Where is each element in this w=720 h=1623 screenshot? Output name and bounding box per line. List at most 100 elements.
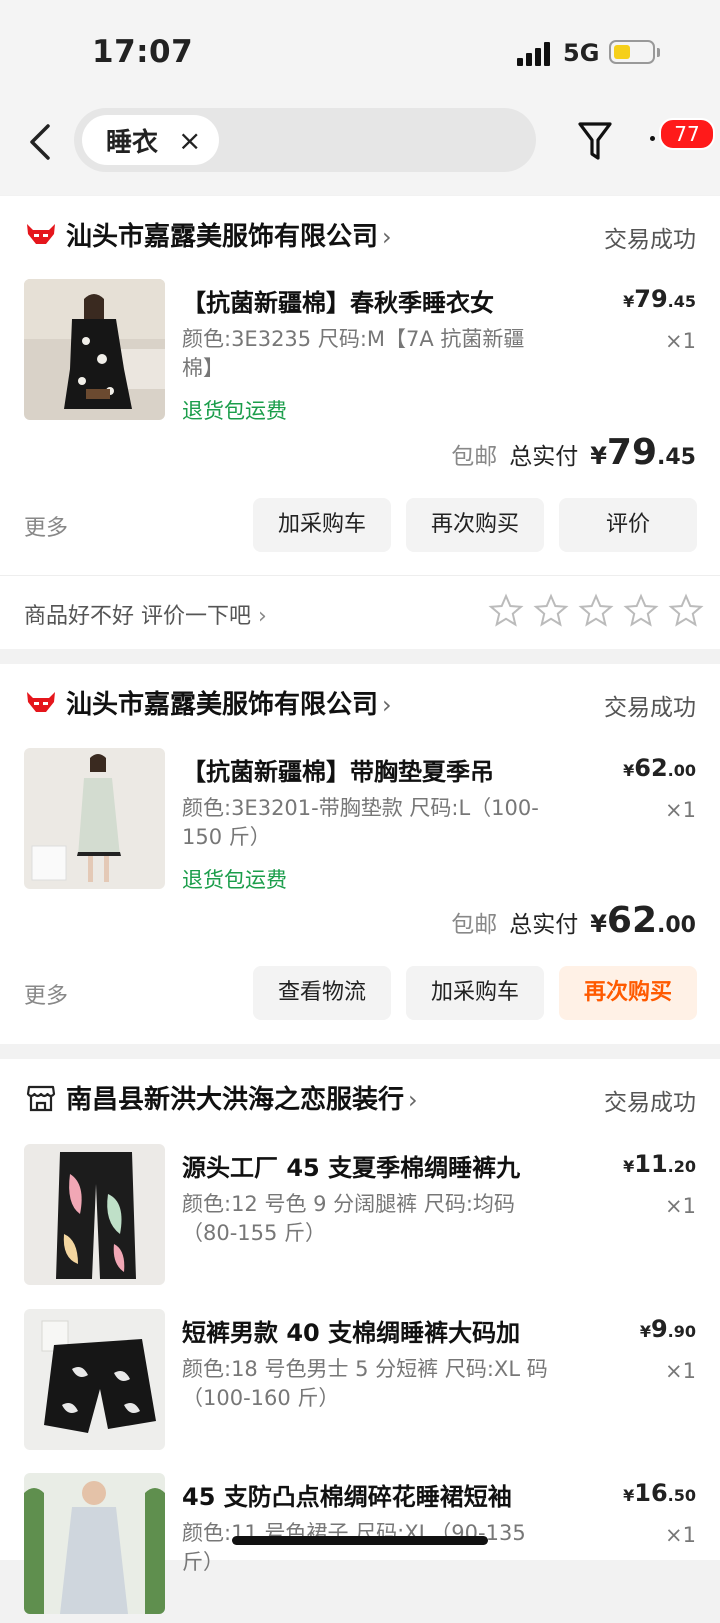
- item-quantity: ×1: [665, 798, 696, 822]
- total-currency: ¥: [590, 442, 607, 470]
- product-spec: 颜色:12 号色 9 分阔腿裤 尺码:均码（80-155 斤）: [182, 1192, 515, 1245]
- rating-stars[interactable]: [488, 593, 704, 629]
- store-icon: [26, 1085, 56, 1112]
- shop-row[interactable]: 汕头市嘉露美服饰有限公司 › 交易成功: [0, 196, 720, 276]
- battery-icon: [609, 40, 655, 64]
- item-quantity: ×1: [665, 329, 696, 353]
- order-status: 交易成功: [604, 1090, 696, 1116]
- clear-keyword-icon[interactable]: ×: [178, 124, 201, 157]
- item-quantity: ×1: [665, 1194, 696, 1218]
- add-to-cart-button[interactable]: 加采购车: [253, 498, 391, 552]
- home-indicator[interactable]: [232, 1536, 488, 1545]
- total-integer: 79: [606, 432, 658, 473]
- star-icon[interactable]: [488, 593, 524, 629]
- battery-tip: [657, 48, 660, 57]
- add-to-cart-button[interactable]: 加采购车: [406, 966, 544, 1020]
- total-amount: ¥62.00: [590, 900, 696, 941]
- back-arrow-icon[interactable]: [24, 120, 58, 164]
- return-shipping-tag: 退货包运费: [182, 399, 287, 423]
- order-card: 汕头市嘉露美服饰有限公司 › 交易成功 【抗菌新疆棉】春秋季睡衣女 颜色:3E32…: [0, 196, 720, 649]
- review-prompt-row[interactable]: 商品好不好 评价一下吧 ›: [0, 575, 720, 648]
- order-item[interactable]: 45 支防凸点棉绸碎花睡裙短袖 颜色:11 号色裙子 尺码:XL（90-135 …: [0, 1473, 720, 1623]
- currency-symbol: ¥: [623, 292, 635, 311]
- total-currency: ¥: [590, 910, 607, 938]
- order-status: 交易成功: [604, 227, 696, 253]
- order-item[interactable]: 短裤男款 40 支棉绸睡裤大码加 颜色:18 号色男士 5 分短裤 尺码:XL …: [0, 1309, 720, 1459]
- product-image[interactable]: [24, 1144, 165, 1285]
- buy-again-button[interactable]: 再次购买: [406, 498, 544, 552]
- price-integer: 11: [634, 1150, 668, 1178]
- currency-symbol: ¥: [623, 761, 635, 780]
- product-title[interactable]: 源头工厂 45 支夏季棉绸睡裤九: [182, 1148, 542, 1183]
- free-shipping-label: 包邮: [451, 912, 498, 938]
- free-shipping-label: 包邮: [451, 444, 498, 470]
- search-keyword-chip[interactable]: 睡衣 ×: [82, 115, 220, 165]
- chevron-right-icon: ›: [382, 223, 392, 251]
- star-icon[interactable]: [668, 593, 704, 629]
- item-quantity: ×1: [665, 1523, 696, 1547]
- star-icon[interactable]: [533, 593, 569, 629]
- shop-name-text: 南昌县新洪大洪海之恋服装行: [66, 1085, 405, 1115]
- buy-again-button[interactable]: 再次购买: [559, 966, 697, 1020]
- order-actions: 更多 加采购车 再次购买 评价: [0, 498, 720, 554]
- price-integer: 79: [634, 285, 668, 313]
- product-spec: 颜色:3E3201-带胸垫款 尺码:L（100-150 斤）: [182, 796, 539, 849]
- product-title[interactable]: 【抗菌新疆棉】带胸垫夏季吊: [182, 752, 542, 787]
- more-button[interactable]: 更多: [24, 510, 68, 542]
- currency-symbol: ¥: [623, 1157, 635, 1176]
- tmall-icon: [27, 224, 55, 244]
- shop-name[interactable]: 汕头市嘉露美服饰有限公司 ›: [66, 216, 392, 253]
- product-title[interactable]: 【抗菌新疆棉】春秋季睡衣女: [182, 283, 542, 318]
- product-image[interactable]: [24, 1309, 165, 1450]
- product-title[interactable]: 45 支防凸点棉绸碎花睡裙短袖: [182, 1477, 542, 1512]
- order-status: 交易成功: [604, 695, 696, 721]
- filter-icon[interactable]: [577, 120, 613, 162]
- price-decimal: .50: [667, 1486, 696, 1505]
- product-image[interactable]: [24, 748, 165, 889]
- item-price: ¥62.00: [623, 754, 696, 782]
- item-price: ¥79.45: [623, 285, 696, 313]
- review-button[interactable]: 评价: [559, 498, 697, 552]
- more-button[interactable]: 更多: [24, 978, 68, 1010]
- order-item[interactable]: 源头工厂 45 支夏季棉绸睡裤九 颜色:12 号色 9 分阔腿裤 尺码:均码（8…: [0, 1144, 720, 1294]
- price-decimal: .45: [667, 292, 696, 311]
- item-quantity: ×1: [665, 1359, 696, 1383]
- order-item[interactable]: 【抗菌新疆棉】春秋季睡衣女 颜色:3E3235 尺码:M【7A 抗菌新疆棉】 退…: [0, 279, 720, 429]
- shop-row[interactable]: 汕头市嘉露美服饰有限公司 › 交易成功: [0, 664, 720, 744]
- order-total-row: 包邮 总实付 ¥62.00: [451, 900, 696, 941]
- chevron-right-icon: ›: [382, 691, 392, 719]
- price-decimal: .20: [667, 1157, 696, 1176]
- return-shipping-tag: 退货包运费: [182, 868, 287, 892]
- order-actions: 更多 查看物流 加采购车 再次购买: [0, 966, 720, 1022]
- shop-name[interactable]: 南昌县新洪大洪海之恋服装行 ›: [66, 1079, 418, 1116]
- item-price: ¥11.20: [623, 1150, 696, 1178]
- product-spec: 颜色:3E3235 尺码:M【7A 抗菌新疆棉】: [182, 327, 525, 380]
- item-price: ¥9.90: [640, 1315, 696, 1343]
- track-logistics-button[interactable]: 查看物流: [253, 966, 391, 1020]
- product-image[interactable]: [24, 1473, 165, 1614]
- search-header: 睡衣 × 77: [0, 100, 720, 195]
- star-icon[interactable]: [623, 593, 659, 629]
- order-card: 南昌县新洪大洪海之恋服装行 › 交易成功 源头工厂 45 支夏季棉绸睡裤九 颜色:…: [0, 1059, 720, 1614]
- order-item[interactable]: 【抗菌新疆棉】带胸垫夏季吊 颜色:3E3201-带胸垫款 尺码:L（100-15…: [0, 748, 720, 898]
- price-decimal: .00: [667, 761, 696, 780]
- total-label: 总实付: [509, 912, 579, 938]
- chevron-right-icon: ›: [408, 1086, 418, 1114]
- total-decimal: .45: [657, 445, 696, 470]
- price-integer: 9: [650, 1315, 668, 1343]
- shop-name-text: 汕头市嘉露美服饰有限公司: [66, 222, 379, 252]
- product-title[interactable]: 短裤男款 40 支棉绸睡裤大码加: [182, 1313, 542, 1348]
- search-input[interactable]: 睡衣 ×: [74, 108, 536, 172]
- signal-icon: [517, 42, 553, 66]
- product-image[interactable]: [24, 279, 165, 420]
- search-keyword: 睡衣: [106, 127, 159, 158]
- status-time: 17:07: [92, 34, 194, 70]
- shop-name[interactable]: 汕头市嘉露美服饰有限公司 ›: [66, 684, 392, 721]
- total-integer: 62: [606, 900, 658, 941]
- review-prompt[interactable]: 商品好不好 评价一下吧 ›: [24, 598, 267, 630]
- total-amount: ¥79.45: [590, 432, 696, 473]
- total-label: 总实付: [509, 444, 579, 470]
- order-total-row: 包邮 总实付 ¥79.45: [451, 432, 696, 473]
- shop-row[interactable]: 南昌县新洪大洪海之恋服装行 › 交易成功: [0, 1059, 720, 1139]
- star-icon[interactable]: [578, 593, 614, 629]
